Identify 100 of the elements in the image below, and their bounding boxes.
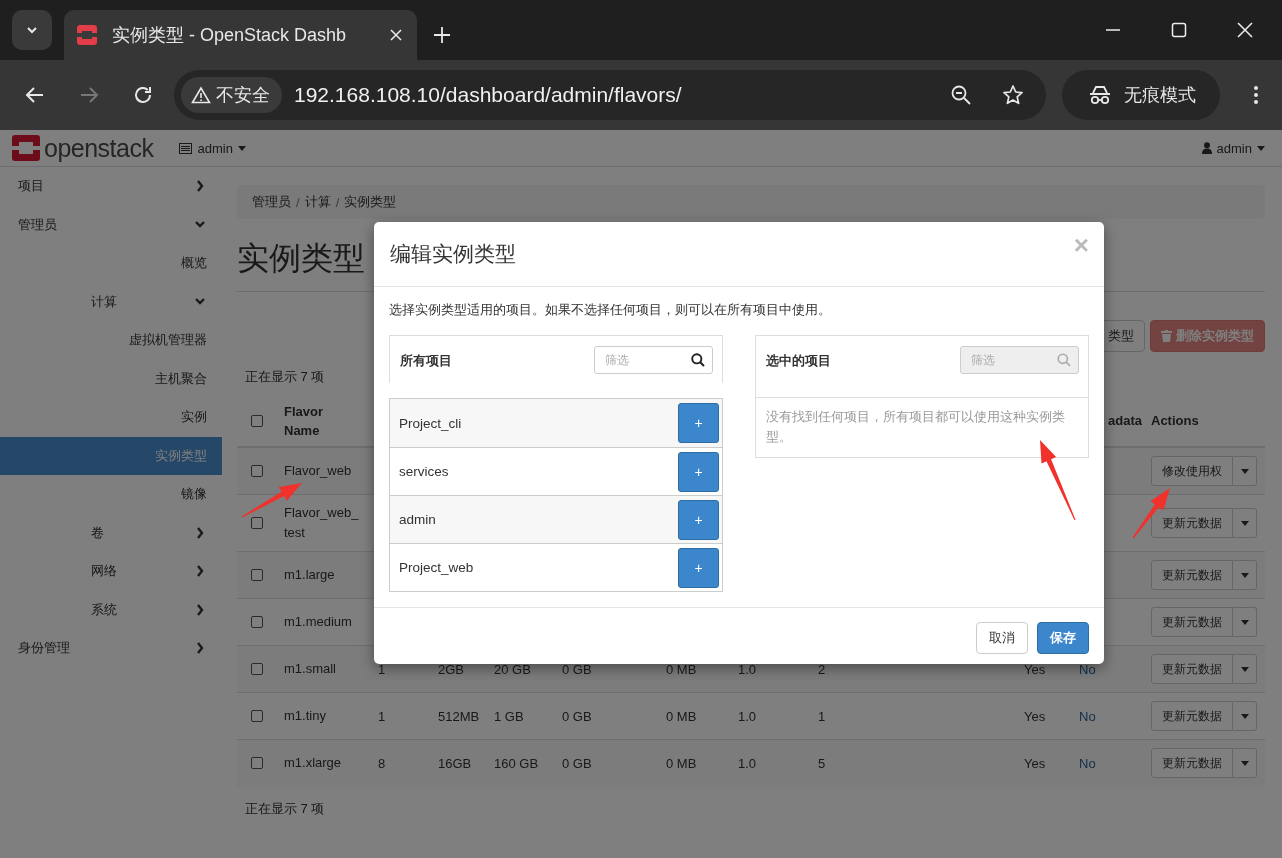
chevron-right-icon [195, 603, 205, 616]
close-icon[interactable] [389, 28, 403, 42]
chevron-right-icon [195, 565, 205, 578]
metadata-link[interactable]: No [1079, 661, 1096, 677]
row-action-button[interactable]: 更新元数据 [1151, 748, 1233, 779]
table-cell: 1 [378, 661, 386, 677]
table-row[interactable]: m1.xlarge 8 16GB 160 GB 0 GB 0 MB 1.0 5 Yes No 更新元数据 [237, 739, 1265, 787]
table-cell: 0 GB [562, 708, 592, 724]
row-actions-dropdown[interactable] [1233, 560, 1257, 590]
project-name: services [399, 464, 449, 479]
save-button[interactable]: 保存 [1037, 621, 1089, 654]
table-cell: 0 GB [562, 755, 592, 771]
row-actions-dropdown[interactable] [1233, 607, 1257, 637]
breadcrumb-link[interactable]: 实例类型 [344, 193, 397, 211]
row-action-button[interactable]: 更新元数据 [1151, 560, 1233, 590]
warning-icon [191, 86, 211, 104]
list-icon [179, 142, 193, 154]
breadcrumb-link[interactable]: 计算 [304, 193, 331, 211]
caret-icon [1240, 666, 1249, 672]
browser-tab[interactable]: 实例类型 - OpenStack Dashb [64, 10, 417, 60]
dialog-description: 选择实例类型适用的项目。如果不选择任何项目，则可以在所有项目中使用。 [389, 302, 832, 319]
add-project-button[interactable]: + [678, 547, 719, 588]
table-cell: 0 MB [666, 708, 697, 724]
caret-icon [1240, 468, 1249, 474]
cancel-button[interactable]: 取消 [976, 621, 1028, 654]
chevron-right-icon [195, 642, 205, 655]
table-cell: Yes [1024, 755, 1046, 771]
row-action-button[interactable]: 更新元数据 [1151, 607, 1233, 637]
project-menu[interactable]: admin [179, 140, 246, 156]
sidebar-group[interactable]: 卷 [0, 513, 222, 552]
sidebar-item[interactable]: 实例类型 [0, 436, 222, 475]
empty-message: 没有找到任何项目，所有项目都可以使用这种实例类型。 [765, 409, 1066, 446]
row-checkbox[interactable] [251, 465, 263, 477]
add-project-button[interactable]: + [678, 499, 719, 540]
select-all-checkbox[interactable] [251, 414, 263, 427]
column-header[interactable]: Flavor Name [284, 401, 334, 440]
row-actions-dropdown[interactable] [1233, 456, 1257, 486]
logo-text: openstack [44, 133, 154, 163]
menu-icon[interactable] [1252, 84, 1260, 106]
caret-icon [1240, 713, 1249, 719]
sidebar-item[interactable]: 实例 [0, 398, 222, 437]
address-bar[interactable]: 不安全 192.168.108.10/dashboard/admin/flavors/ [174, 70, 1046, 120]
reload-icon[interactable] [132, 84, 154, 106]
row-action-button[interactable]: 更新元数据 [1151, 701, 1233, 731]
search-icon [1057, 353, 1071, 367]
dialog-title: 编辑实例类型 [390, 241, 517, 267]
sidebar-item[interactable]: 镜像 [0, 475, 222, 514]
sidebar-item[interactable]: 主机聚合 [0, 359, 222, 398]
metadata-link[interactable]: No [1079, 755, 1096, 771]
filter-field[interactable]: 筛选 [594, 346, 713, 374]
table-cell: 0 GB [562, 661, 592, 677]
row-actions-dropdown[interactable] [1233, 508, 1257, 538]
breadcrumb-link[interactable]: 管理员 [252, 193, 291, 211]
row-checkbox[interactable] [251, 757, 263, 770]
row-action-button[interactable]: 修改使用权 [1151, 456, 1233, 486]
metadata-link[interactable]: No [1079, 708, 1096, 724]
sidebar-group[interactable]: 网络 [0, 552, 222, 591]
column-header[interactable]: adata [1108, 413, 1142, 428]
incognito-button[interactable]: 无痕模式 [1062, 70, 1220, 120]
row-checkbox[interactable] [251, 616, 263, 628]
project-name: admin [399, 512, 436, 527]
add-project-button[interactable]: + [678, 403, 719, 443]
row-checkbox[interactable] [251, 569, 263, 581]
table-cell: Yes [1024, 661, 1046, 677]
flavor-name: m1.tiny [284, 707, 327, 725]
sidebar-item[interactable]: 虚拟机管理器 [0, 321, 222, 360]
add-project-button[interactable]: + [678, 451, 719, 492]
table-cell: 5 [818, 755, 826, 771]
row-actions-dropdown[interactable] [1233, 654, 1257, 684]
panel-heading: 所有项目 [400, 353, 452, 370]
row-checkbox[interactable] [251, 517, 263, 529]
row-actions-dropdown[interactable] [1233, 701, 1257, 731]
project-name: Project_cli [399, 415, 462, 431]
sidebar-group[interactable]: 身份管理 [0, 629, 222, 668]
row-action-button[interactable]: 更新元数据 [1151, 654, 1233, 684]
user-icon [1201, 142, 1212, 154]
sidebar-group[interactable]: 项目 [0, 167, 222, 206]
row-checkbox[interactable] [251, 710, 263, 722]
item-count: 正在显示 7 项 [244, 799, 326, 818]
maximize-icon[interactable] [1170, 21, 1188, 39]
close-icon[interactable] [1236, 21, 1254, 39]
star-icon[interactable] [1002, 84, 1024, 106]
row-checkbox[interactable] [251, 663, 263, 675]
table-cell: 1 [378, 708, 386, 724]
caret-icon [237, 145, 246, 151]
sidebar-group[interactable]: 管理员 [0, 205, 222, 244]
zoom-out-icon[interactable] [950, 84, 972, 106]
column-header: Actions [1151, 413, 1199, 428]
security-chip[interactable]: 不安全 [181, 77, 282, 113]
user-menu[interactable]: admin [1201, 140, 1265, 156]
sidebar-group[interactable]: 系统 [0, 590, 222, 629]
project-name: Project_web [399, 560, 474, 575]
caret-icon [1240, 572, 1249, 578]
row-action-button[interactable]: 更新元数据 [1151, 508, 1233, 538]
sidebar-group[interactable]: 计算 [0, 282, 222, 321]
caret-icon [1240, 760, 1249, 766]
incognito-icon [1088, 84, 1112, 106]
sidebar-item[interactable]: 概览 [0, 244, 222, 283]
new-tab-icon[interactable] [433, 26, 451, 44]
row-actions-dropdown[interactable] [1233, 748, 1257, 779]
